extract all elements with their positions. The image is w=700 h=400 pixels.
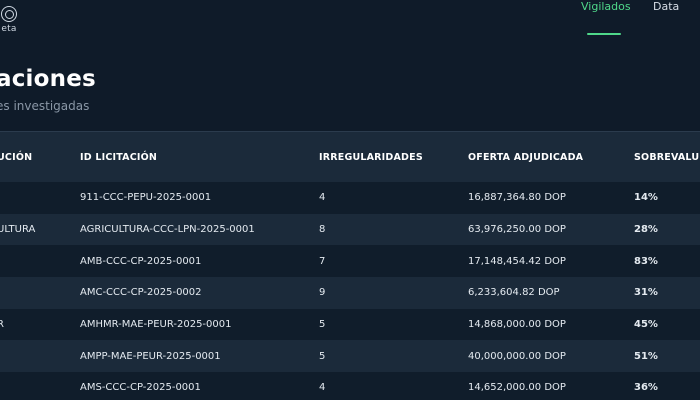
licitaciones-table: UCIÓN ID LICITACIÓN IRREGULARIDADES OFER…	[0, 131, 700, 400]
cell-id-licitacion: 911-CCC-PEPU-2025-0001	[80, 182, 319, 214]
cell-id-licitacion: AMS-CCC-CP-2025-0001	[80, 372, 319, 400]
cell-irregularidades: 5	[319, 308, 468, 341]
cell-id-licitacion: AMHMR-MAE-PEUR-2025-0001	[80, 308, 319, 341]
cell-institucion: ULTURA	[0, 213, 80, 246]
table-header-row: UCIÓN ID LICITACIÓN IRREGULARIDADES OFER…	[0, 132, 700, 182]
cell-oferta-adjudicada: 63,976,250.00 DOP	[468, 213, 634, 246]
cell-institucion: R	[0, 308, 80, 341]
cell-oferta-adjudicada: 16,887,364.80 DOP	[468, 182, 634, 214]
brand-label: eta	[1, 24, 17, 34]
table-row[interactable]: ULTURA AGRICULTURA-CCC-LPN-2025-0001 8 6…	[0, 213, 700, 246]
column-header-oferta-adjudicada[interactable]: OFERTA ADJUDICADA	[468, 132, 634, 182]
data-table: UCIÓN ID LICITACIÓN IRREGULARIDADES OFER…	[0, 132, 700, 400]
cell-oferta-adjudicada: 14,652,000.00 DOP	[468, 372, 634, 400]
nav-data[interactable]: Data	[653, 0, 679, 13]
column-header-institucion[interactable]: UCIÓN	[0, 132, 80, 182]
cell-sobrevaluacion: 31%	[634, 277, 700, 309]
page: eta Vigilados Data aciones es investigad…	[0, 0, 700, 400]
column-header-irregularidades[interactable]: IRREGULARIDADES	[319, 132, 468, 182]
cell-sobrevaluacion: 36%	[634, 372, 700, 400]
cell-id-licitacion: AMPP-MAE-PEUR-2025-0001	[80, 340, 319, 373]
cell-oferta-adjudicada: 40,000,000.00 DOP	[468, 340, 634, 373]
cell-irregularidades: 4	[319, 182, 468, 214]
cell-sobrevaluacion: 83%	[634, 245, 700, 278]
cell-irregularidades: 5	[319, 340, 468, 373]
cell-institucion	[0, 245, 80, 278]
table-row[interactable]: AMB-CCC-CP-2025-0001 7 17,148,454.42 DOP…	[0, 245, 700, 278]
table-row[interactable]: 911-CCC-PEPU-2025-0001 4 16,887,364.80 D…	[0, 182, 700, 214]
table-row[interactable]: R AMHMR-MAE-PEUR-2025-0001 5 14,868,000.…	[0, 308, 700, 341]
table-row[interactable]: AMC-CCC-CP-2025-0002 9 6,233,604.82 DOP …	[0, 277, 700, 309]
column-header-sobrevaluacion[interactable]: SOBREVALU	[634, 132, 700, 182]
brand-logo[interactable]: eta	[0, 6, 24, 34]
cell-institucion	[0, 340, 80, 373]
cell-oferta-adjudicada: 17,148,454.42 DOP	[468, 245, 634, 278]
cell-oferta-adjudicada: 6,233,604.82 DOP	[468, 277, 634, 309]
table-row[interactable]: AMPP-MAE-PEUR-2025-0001 5 40,000,000.00 …	[0, 340, 700, 373]
nav-active-indicator	[587, 33, 621, 35]
table-row[interactable]: AMS-CCC-CP-2025-0001 4 14,652,000.00 DOP…	[0, 372, 700, 400]
cell-irregularidades: 7	[319, 245, 468, 278]
globe-logo-icon	[1, 6, 17, 22]
cell-irregularidades: 8	[319, 213, 468, 246]
cell-institucion	[0, 277, 80, 309]
cell-sobrevaluacion: 28%	[634, 213, 700, 246]
cell-id-licitacion: AGRICULTURA-CCC-LPN-2025-0001	[80, 213, 319, 246]
cell-irregularidades: 4	[319, 372, 468, 400]
cell-id-licitacion: AMB-CCC-CP-2025-0001	[80, 245, 319, 278]
cell-id-licitacion: AMC-CCC-CP-2025-0002	[80, 277, 319, 309]
cell-sobrevaluacion: 45%	[634, 308, 700, 341]
cell-irregularidades: 9	[319, 277, 468, 309]
cell-sobrevaluacion: 14%	[634, 182, 700, 214]
cell-oferta-adjudicada: 14,868,000.00 DOP	[468, 308, 634, 341]
cell-institucion	[0, 372, 80, 400]
top-navigation-bar: eta Vigilados Data	[0, 0, 700, 46]
page-title: aciones	[0, 66, 96, 92]
column-header-id-licitacion[interactable]: ID LICITACIÓN	[80, 132, 319, 182]
cell-institucion	[0, 182, 80, 214]
page-subtitle: es investigadas	[0, 99, 90, 113]
nav-vigilados[interactable]: Vigilados	[581, 0, 631, 13]
cell-sobrevaluacion: 51%	[634, 340, 700, 373]
